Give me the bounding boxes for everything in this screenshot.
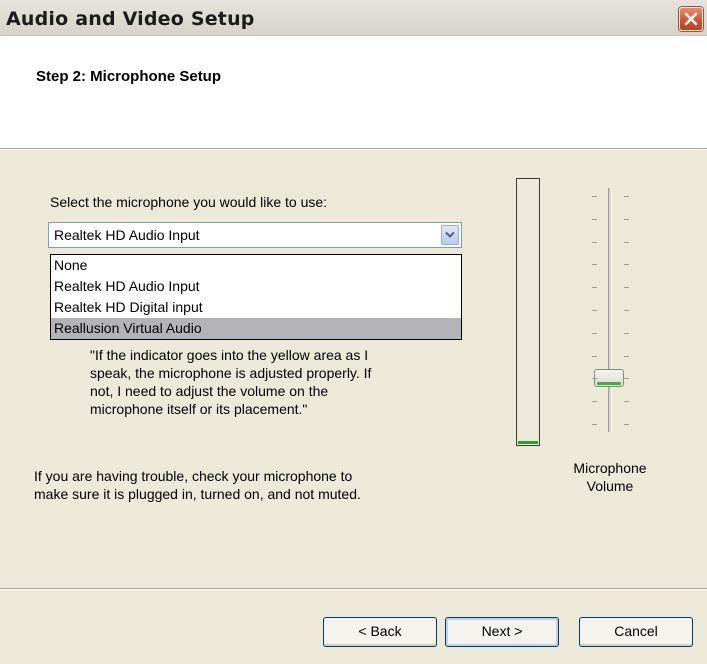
help-line: make sure it is plugged in, turned on, a… (34, 486, 361, 502)
microphone-select-value: Realtek HD Audio Input (54, 227, 200, 243)
quote-line: speak, the microphone is adjusted proper… (90, 365, 372, 381)
microphone-select[interactable]: Realtek HD Audio Input (48, 222, 462, 248)
volume-slider-tick (624, 264, 629, 265)
chevron-down-icon (445, 231, 455, 238)
cancel-button[interactable]: Cancel (579, 617, 693, 647)
volume-slider-tick (592, 310, 597, 311)
volume-slider-thumb[interactable] (594, 369, 624, 387)
wizard-footer: < Back Next > Cancel (0, 588, 707, 664)
volume-label-line: Volume (586, 478, 634, 494)
wizard-body: Select the microphone you would like to … (0, 150, 707, 588)
close-button[interactable] (679, 7, 703, 31)
volume-slider-track[interactable] (608, 188, 612, 432)
volume-slider-tick (592, 287, 597, 288)
dropdown-option-realtek-hd-digital-input[interactable]: Realtek HD Digital input (51, 297, 461, 318)
volume-slider-tick (624, 196, 629, 197)
volume-slider-tick (592, 333, 597, 334)
volume-slider-tick (592, 242, 597, 243)
help-line: If you are having trouble, check your mi… (34, 468, 353, 484)
volume-slider-tick (624, 287, 629, 288)
next-button[interactable]: Next > (445, 617, 559, 647)
input-level-meter (516, 178, 540, 446)
dropdown-arrow-button[interactable] (441, 225, 459, 245)
volume-slider-tick (624, 356, 629, 357)
volume-slider-tick (592, 424, 597, 425)
volume-slider-tick (592, 378, 597, 379)
help-text: If you are having trouble, check your mi… (34, 467, 474, 503)
microphone-volume-label: Microphone Volume (558, 459, 662, 495)
quote-line: microphone itself or its placement." (90, 401, 308, 417)
volume-label-line: Microphone (573, 460, 647, 476)
dropdown-option-realtek-hd-audio-input[interactable]: Realtek HD Audio Input (51, 276, 461, 297)
volume-slider-tick (624, 333, 629, 334)
dropdown-option-reallusion-virtual-audio[interactable]: Reallusion Virtual Audio (51, 318, 461, 339)
microphone-dropdown-list: None Realtek HD Audio Input Realtek HD D… (50, 254, 462, 340)
volume-slider-tick (592, 264, 597, 265)
volume-slider-tick (592, 219, 597, 220)
quote-line: not, I need to adjust the volume on the (90, 383, 329, 399)
quote-line: "If the indicator goes into the yellow a… (90, 347, 369, 363)
volume-slider-tick (624, 310, 629, 311)
close-icon (684, 12, 698, 26)
input-level-meter-fill (518, 441, 538, 444)
volume-slider-tick (624, 401, 629, 402)
volume-slider-tick (624, 378, 629, 379)
wizard-header: Step 2: Microphone Setup (0, 36, 707, 149)
title-bar: Audio and Video Setup (0, 0, 707, 36)
volume-slider-tick (592, 356, 597, 357)
microphone-select-label: Select the microphone you would like to … (50, 194, 328, 210)
back-button[interactable]: < Back (323, 617, 437, 647)
volume-slider-tick (624, 242, 629, 243)
instruction-quote: "If the indicator goes into the yellow a… (90, 346, 410, 418)
step-title: Step 2: Microphone Setup (36, 68, 222, 85)
volume-slider-tick (592, 196, 597, 197)
window-title: Audio and Video Setup (6, 8, 255, 30)
volume-slider-tick (592, 401, 597, 402)
dropdown-option-none[interactable]: None (51, 255, 461, 276)
volume-slider-tick (624, 219, 629, 220)
volume-slider-tick (624, 424, 629, 425)
